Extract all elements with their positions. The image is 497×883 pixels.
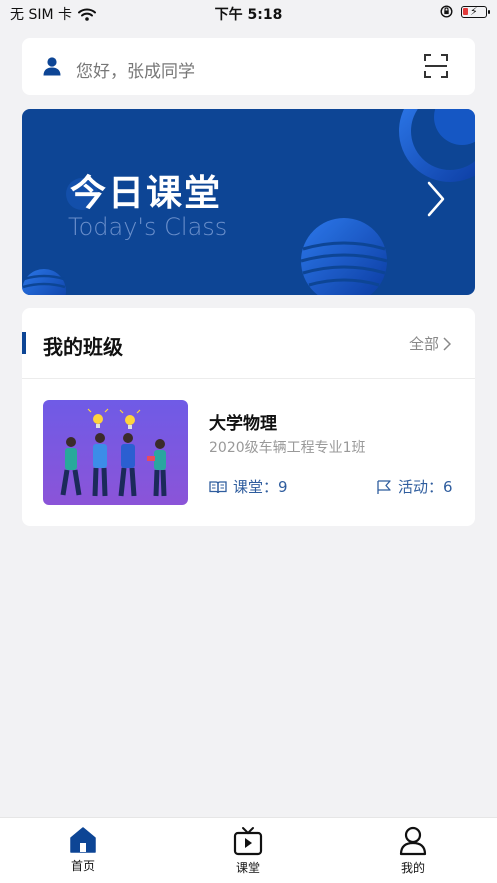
chevron-right-icon[interactable] [427,181,445,217]
orientation-lock-icon [440,5,453,18]
activity-count: 活动：6 [376,476,453,497]
lesson-count-label: 课堂：9 [233,478,288,496]
banner-subtitle: Today's Class [68,213,228,241]
person-icon [399,826,427,856]
scan-icon[interactable] [423,53,449,79]
divider [22,378,475,379]
course-thumbnail[interactable] [43,400,188,505]
greeting-text: 您好，张成同学 [76,62,195,82]
course-illustration-icon [43,400,188,505]
status-bar: 无 SIM 卡 下午 5:18 ⚡ [0,0,497,26]
greeting-bar: 您好，张成同学 [22,38,475,95]
tab-profile-label: 我的 [400,861,425,875]
section-accent-bar [22,332,26,354]
chevron-right-icon [443,336,451,351]
activity-count-label: 活动：6 [398,478,453,496]
home-icon [70,827,96,853]
status-icons: ⚡ [440,5,490,18]
view-all-link[interactable]: 全部 [409,333,451,354]
tv-play-icon [233,827,263,856]
status-time: 下午 5:18 [214,7,283,23]
lesson-count: 课堂：9 [209,476,288,497]
course-class-name: 2020级车辆工程专业1班 [209,440,366,456]
battery-icon: ⚡ [461,5,490,18]
user-icon [43,57,61,76]
open-book-icon [209,480,227,493]
todays-class-banner[interactable]: 今日课堂 Today's Class [22,109,475,295]
tab-profile[interactable]: 我的 [373,826,453,876]
course-name[interactable]: 大学物理 [209,409,277,434]
bottom-tab-bar: 首页 课堂 我的 [0,817,497,883]
banner-title: 今日课堂 [70,173,223,214]
tab-classroom-label: 课堂 [235,861,260,875]
section-title: 我的班级 [43,335,123,359]
tab-home-label: 首页 [70,859,95,873]
view-all-label: 全部 [408,335,439,353]
tab-home[interactable]: 首页 [43,826,123,874]
flag-icon [377,479,391,494]
my-class-section: 我的班级 全部 大学物理 2020级车辆工程专业1班 课堂：9 活动：6 [22,308,475,526]
tab-classroom[interactable]: 课堂 [208,826,288,876]
